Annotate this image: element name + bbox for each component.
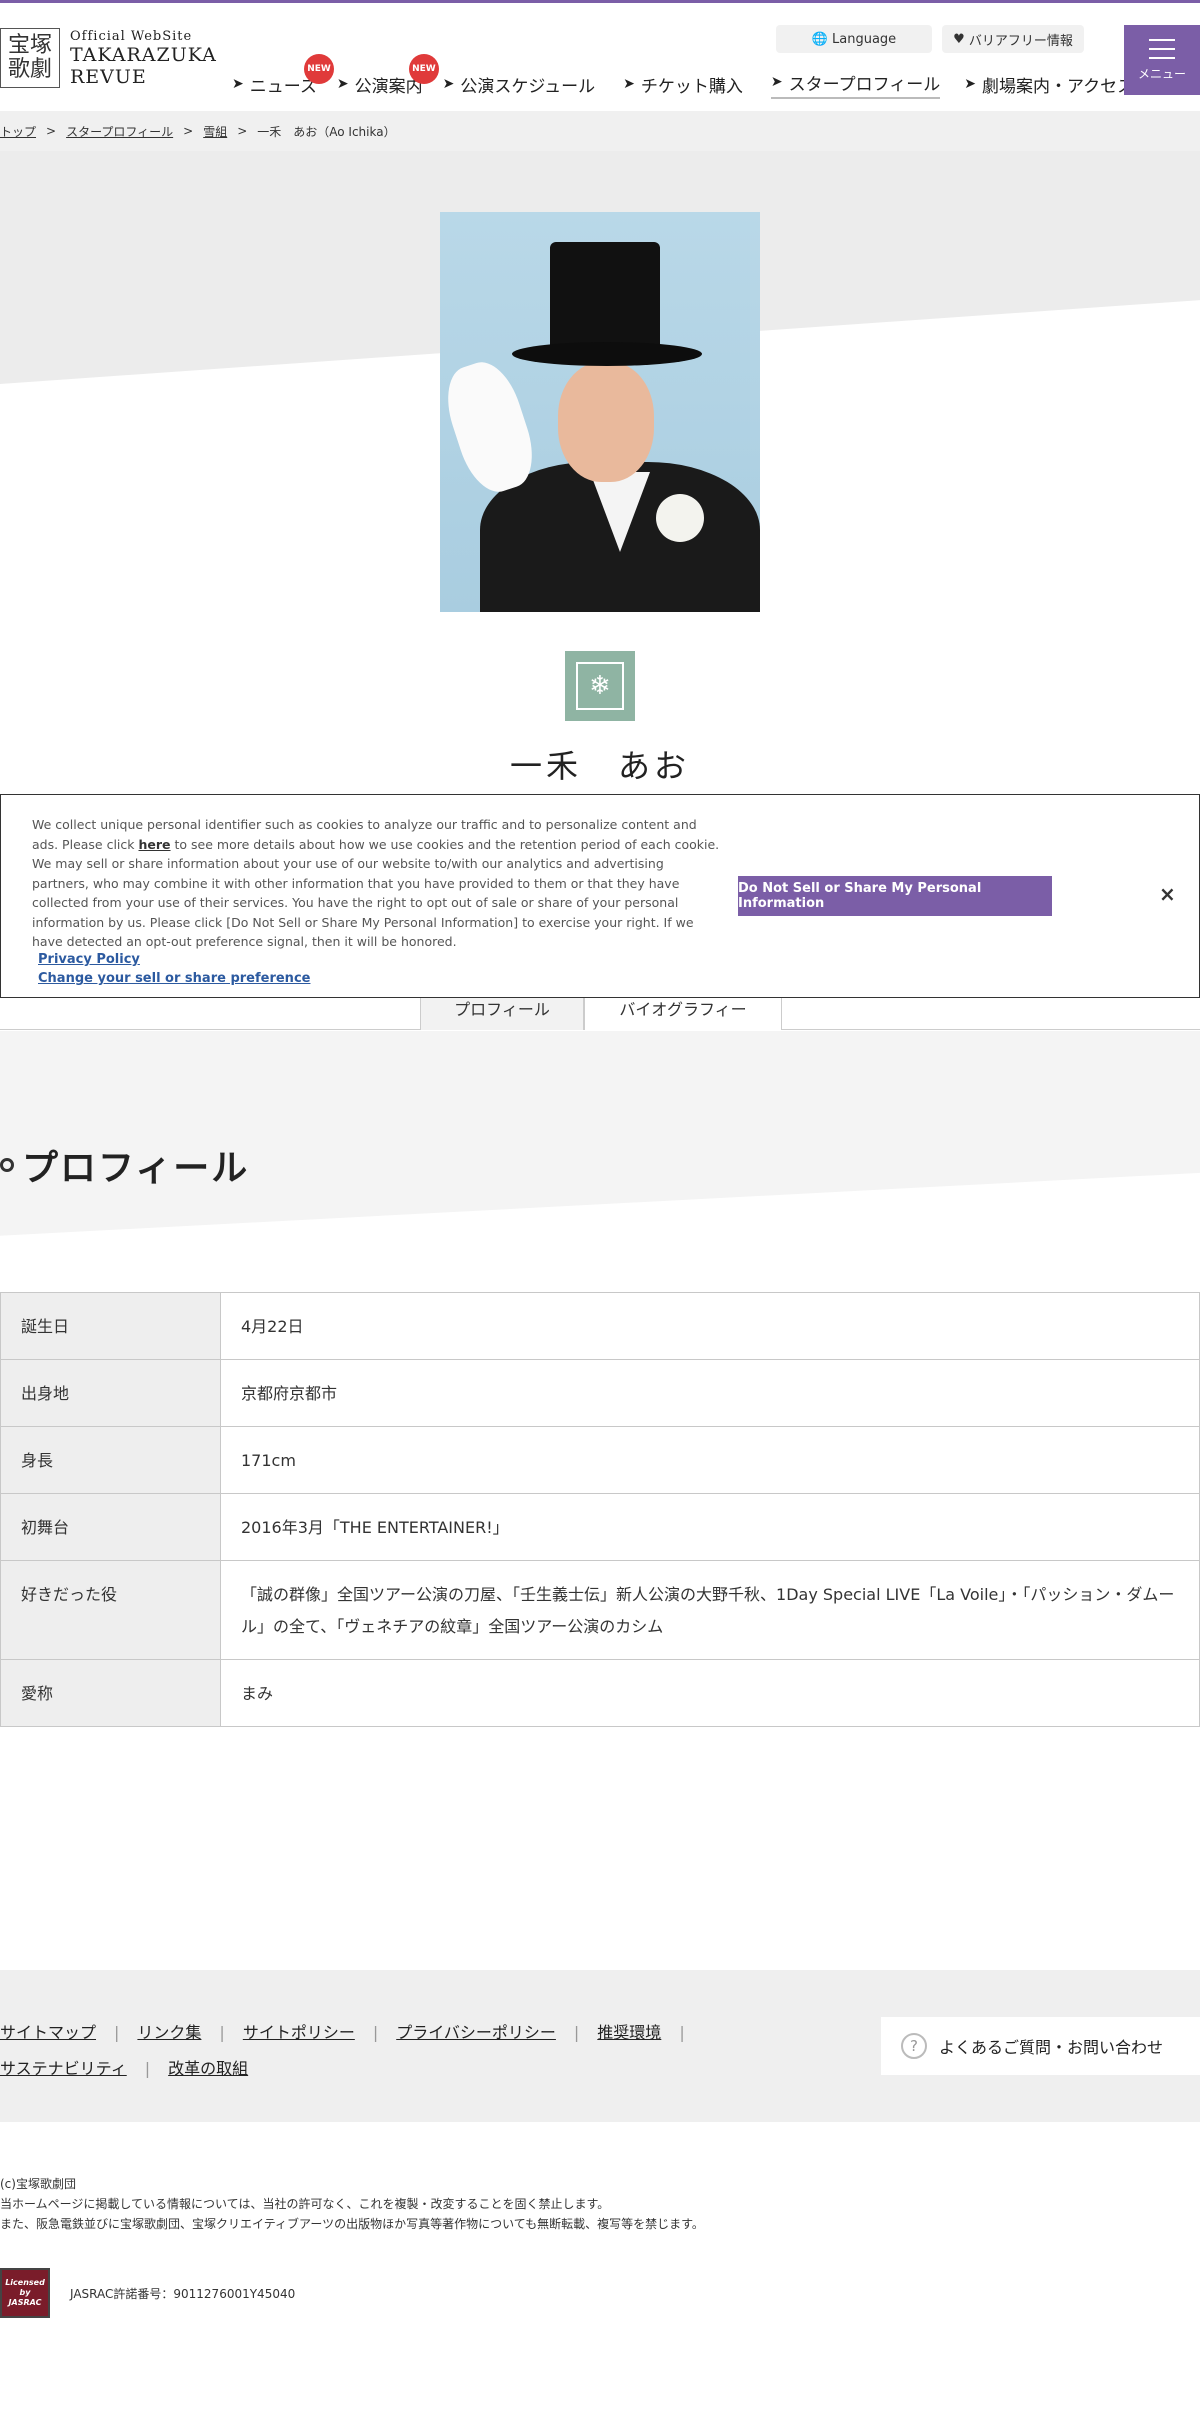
snow-troupe-emblem-icon: ❄ [565, 651, 635, 721]
cookie-links: Privacy Policy Change your sell or share… [38, 950, 310, 988]
site-header: 宝塚歌劇 Official WebSite TAKARAZUKA REVUE 🌐… [0, 3, 1200, 111]
logo-line1: TAKARAZUKA [70, 43, 217, 66]
profile-key: 初舞台 [0, 1493, 221, 1561]
profile-value: 2016年3月「THE ENTERTAINER!」 [220, 1493, 1200, 1561]
chevron-right-icon: ➤ [770, 74, 783, 90]
nav-tickets[interactable]: ➤ チケット購入 [623, 72, 743, 97]
jasrac-number: JASRAC許諾番号：9011276001Y45040 [70, 2286, 296, 2301]
table-row: 出身地 京都府京都市 [0, 1359, 1200, 1427]
breadcrumb-star-profile[interactable]: スタープロフィール [66, 123, 173, 140]
faq-contact-button[interactable]: ? よくあるご質問・お問い合わせ [881, 2017, 1200, 2075]
breadcrumb-troupe[interactable]: 雪組 [203, 123, 227, 140]
copyright-line: また、阪急電鉄並びに宝塚歌劇団、宝塚クリエイティブアーツの出版物ほか写真等著作物… [0, 2217, 704, 2231]
jasrac-license: Licensed by JASRAC JASRAC許諾番号：9011276001… [0, 2268, 295, 2318]
logo-line2: REVUE [70, 65, 147, 88]
faq-label: よくあるご質問・お問い合わせ [939, 2038, 1164, 2057]
nav-performances[interactable]: ➤ 公演案内 NEW [336, 53, 439, 97]
privacy-policy-link[interactable]: Privacy Policy [38, 950, 310, 969]
table-row: 身長 171cm [0, 1426, 1200, 1494]
star-name: 一禾 あお [509, 747, 690, 785]
table-row: 好きだった役 「誠の群像」全国ツアー公演の刀屋、「壬生義士伝」新人公演の大野千秋… [0, 1560, 1200, 1660]
do-not-sell-button[interactable]: Do Not Sell or Share My Personal Informa… [738, 876, 1052, 916]
profile-key: 好きだった役 [0, 1560, 221, 1660]
logo-text: Official WebSite TAKARAZUKA REVUE [70, 29, 217, 88]
profile-table: 誕生日 4月22日 出身地 京都府京都市 身長 171cm 初舞台 2016年3… [0, 1292, 1200, 1727]
chevron-right-icon: ➤ [623, 76, 635, 92]
logo-subtitle: Official WebSite [70, 28, 193, 44]
footer-link-privacy-policy[interactable]: プライバシーポリシー [396, 2023, 556, 2042]
nav-star-profile-label: スタープロフィール [788, 74, 941, 95]
breadcrumb: トップ > スタープロフィール > 雪組 > 一禾 あお（Ao Ichika） [0, 111, 1200, 151]
table-row: 初舞台 2016年3月「THE ENTERTAINER!」 [0, 1493, 1200, 1561]
chevron-right-icon: ➤ [964, 76, 977, 92]
profile-section-title: プロフィール [0, 1140, 249, 1190]
copyright-line: (c)宝塚歌劇団 [0, 2177, 76, 2191]
new-badge: NEW [408, 53, 439, 84]
table-row: 愛称 まみ [0, 1659, 1200, 1727]
profile-heading-background [0, 1031, 1200, 1241]
profile-key: 身長 [0, 1426, 221, 1494]
nav-news[interactable]: ➤ ニュース NEW [232, 53, 334, 97]
profile-section-title-text: プロフィール [22, 1148, 250, 1189]
nav-theater-access[interactable]: ➤ 劇場案内・アクセス [964, 72, 1134, 97]
breadcrumb-top[interactable]: トップ [0, 123, 36, 140]
language-label: Language [832, 31, 897, 47]
copyright-line: 当ホームページに掲載している情報については、当社の許可なく、これを複製・改変する… [0, 2197, 610, 2211]
profile-value: まみ [220, 1659, 1200, 1727]
new-badge: NEW [304, 53, 334, 84]
footer-link-links[interactable]: リンク集 [137, 2023, 201, 2042]
question-icon: ? [901, 2033, 927, 2059]
heart-icon: ♥ [953, 31, 965, 47]
chevron-right-icon: ➤ [336, 76, 349, 92]
profile-value: 171cm [220, 1426, 1200, 1494]
global-nav: ➤ ニュース NEW ➤ 公演案内 NEW ➤ 公演スケジュール ➤ チケット購… [232, 53, 1134, 99]
menu-button[interactable]: メニュー [1124, 25, 1200, 95]
cookie-text: We collect unique personal identifier su… [32, 817, 720, 949]
breadcrumb-current: 一禾 あお（Ao Ichika） [257, 124, 396, 139]
profile-value: 「誠の群像」全国ツアー公演の刀屋、「壬生義士伝」新人公演の大野千秋、1Day S… [220, 1560, 1200, 1660]
nav-schedule-label: 公演スケジュール [460, 76, 596, 97]
footer-link-reform[interactable]: 改革の取組 [168, 2059, 248, 2078]
copyright-text: (c)宝塚歌劇団 当ホームページに掲載している情報については、当社の許可なく、こ… [0, 2174, 1100, 2234]
globe-icon: 🌐 [811, 31, 829, 47]
menu-label: メニュー [1137, 66, 1186, 81]
chevron-right-icon: ➤ [232, 76, 244, 92]
barrier-free-button[interactable]: ♥ バリアフリー情報 [942, 25, 1084, 53]
circle-bullet-icon [0, 1158, 14, 1172]
site-logo[interactable]: 宝塚歌劇 Official WebSite TAKARAZUKA REVUE [0, 27, 220, 89]
profile-key: 誕生日 [0, 1292, 221, 1360]
barrier-free-label: バリアフリー情報 [968, 33, 1073, 49]
footer-links: サイトマップ | リンク集 | サイトポリシー | プライバシーポリシー | 推奨環境 | サステ… [0, 2023, 685, 2078]
star-photo [440, 212, 760, 612]
footer-link-sitemap[interactable]: サイトマップ [0, 2023, 96, 2042]
language-button[interactable]: 🌐 Language [776, 25, 932, 53]
footer-link-sustainability[interactable]: サステナビリティ [0, 2059, 127, 2078]
nav-schedule[interactable]: ➤ 公演スケジュール [443, 72, 596, 97]
chevron-right-icon: ➤ [442, 76, 455, 92]
hamburger-icon [1149, 38, 1175, 59]
change-preference-link[interactable]: Change your sell or share preference [38, 969, 310, 988]
star-hero: ❄ 一禾 あお [0, 151, 1200, 791]
jasrac-logo: Licensed by JASRAC [0, 2268, 50, 2318]
profile-key: 出身地 [0, 1359, 221, 1427]
profile-value: 京都府京都市 [220, 1359, 1200, 1427]
nav-star-profile[interactable]: ➤ スタープロフィール [770, 70, 941, 99]
cookie-here-link[interactable]: here [139, 837, 171, 852]
profile-value: 4月22日 [220, 1292, 1200, 1360]
table-row: 誕生日 4月22日 [0, 1292, 1200, 1360]
logo-kanji-mark: 宝塚歌劇 [0, 28, 60, 88]
breadcrumb-separator: > [183, 124, 194, 138]
breadcrumb-separator: > [237, 124, 248, 138]
close-icon[interactable]: × [1159, 882, 1176, 906]
profile-key: 愛称 [0, 1659, 221, 1727]
breadcrumb-separator: > [46, 124, 57, 138]
footer-link-recommended-env[interactable]: 推奨環境 [597, 2023, 661, 2042]
footer-link-site-policy[interactable]: サイトポリシー [243, 2023, 355, 2042]
nav-theater-access-label: 劇場案内・アクセス [982, 76, 1135, 97]
cookie-consent-banner: We collect unique personal identifier su… [0, 794, 1200, 998]
nav-tickets-label: チケット購入 [640, 76, 743, 97]
